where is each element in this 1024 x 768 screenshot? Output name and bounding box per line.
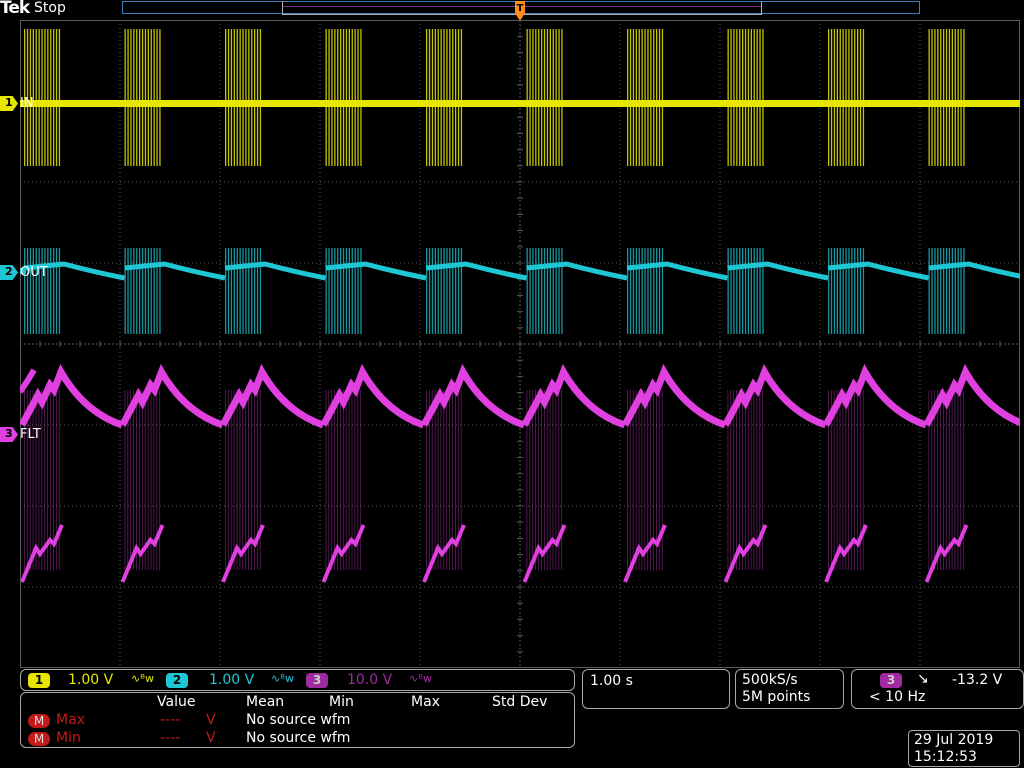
date: 29 Jul 2019: [914, 732, 994, 748]
ch3-marker[interactable]: 3 FLT: [0, 427, 41, 442]
meas-row-name[interactable]: Min: [56, 730, 81, 746]
meas-row-note: No source wfm: [246, 730, 351, 746]
horizontal-scale[interactable]: 1.00 s: [590, 673, 633, 689]
trigger-position-marker[interactable]: T: [513, 0, 527, 22]
ch1-marker-badge: 1: [0, 96, 18, 111]
ch3-marker-badge: 3: [0, 427, 18, 442]
meas-header-mean: Mean: [246, 694, 285, 710]
ch3-scale-badge[interactable]: 3: [306, 673, 328, 688]
meas-row-note: No source wfm: [246, 712, 351, 728]
ch1-scale[interactable]: 1.00 V: [68, 672, 113, 688]
ch1-scale-badge[interactable]: 1: [28, 673, 50, 688]
meas-row-value: ----: [160, 712, 181, 728]
record-length: 5M points: [742, 689, 811, 705]
waveform-display[interactable]: [20, 20, 1020, 668]
ch3-scale[interactable]: 10.0 V: [347, 672, 392, 688]
ch1-label: IN: [20, 96, 34, 111]
ch1-bandwidth-icon: ∿ᴮw: [131, 672, 154, 685]
sample-rate: 500kS/s: [742, 672, 798, 688]
trigger-marker-label: T: [517, 3, 524, 14]
trigger-level[interactable]: -13.2 V: [952, 672, 1002, 688]
math-badge: M: [28, 714, 50, 728]
falling-edge-icon: ↘: [917, 671, 929, 687]
math-badge: M: [28, 732, 50, 746]
meas-row-value: ----: [160, 730, 181, 746]
ch2-bandwidth-icon: ∿ᴮw: [271, 672, 294, 685]
ch2-marker[interactable]: 2 OUT: [0, 265, 48, 280]
meas-row-name[interactable]: Max: [56, 712, 85, 728]
ch3-bandwidth-icon: ∿ᴮw: [409, 672, 432, 685]
meas-row-unit: V: [206, 730, 216, 746]
meas-header-value: Value: [157, 694, 196, 710]
acquisition-status: Stop: [34, 0, 66, 16]
meas-header-max: Max: [411, 694, 440, 710]
ch2-marker-badge: 2: [0, 265, 18, 280]
meas-header-min: Min: [329, 694, 354, 710]
ch2-label: OUT: [20, 265, 48, 280]
time: 15:12:53: [914, 749, 977, 765]
tek-logo: Tek: [0, 0, 30, 18]
ch1-marker[interactable]: 1 IN: [0, 96, 34, 111]
trigger-source-badge: 3: [880, 673, 902, 688]
ch2-scale-badge[interactable]: 2: [166, 673, 188, 688]
meas-row-unit: V: [206, 712, 216, 728]
trigger-frequency: < 10 Hz: [869, 689, 926, 705]
ch2-scale[interactable]: 1.00 V: [209, 672, 254, 688]
ch3-label: FLT: [20, 427, 41, 442]
meas-header-stddev: Std Dev: [492, 694, 548, 710]
